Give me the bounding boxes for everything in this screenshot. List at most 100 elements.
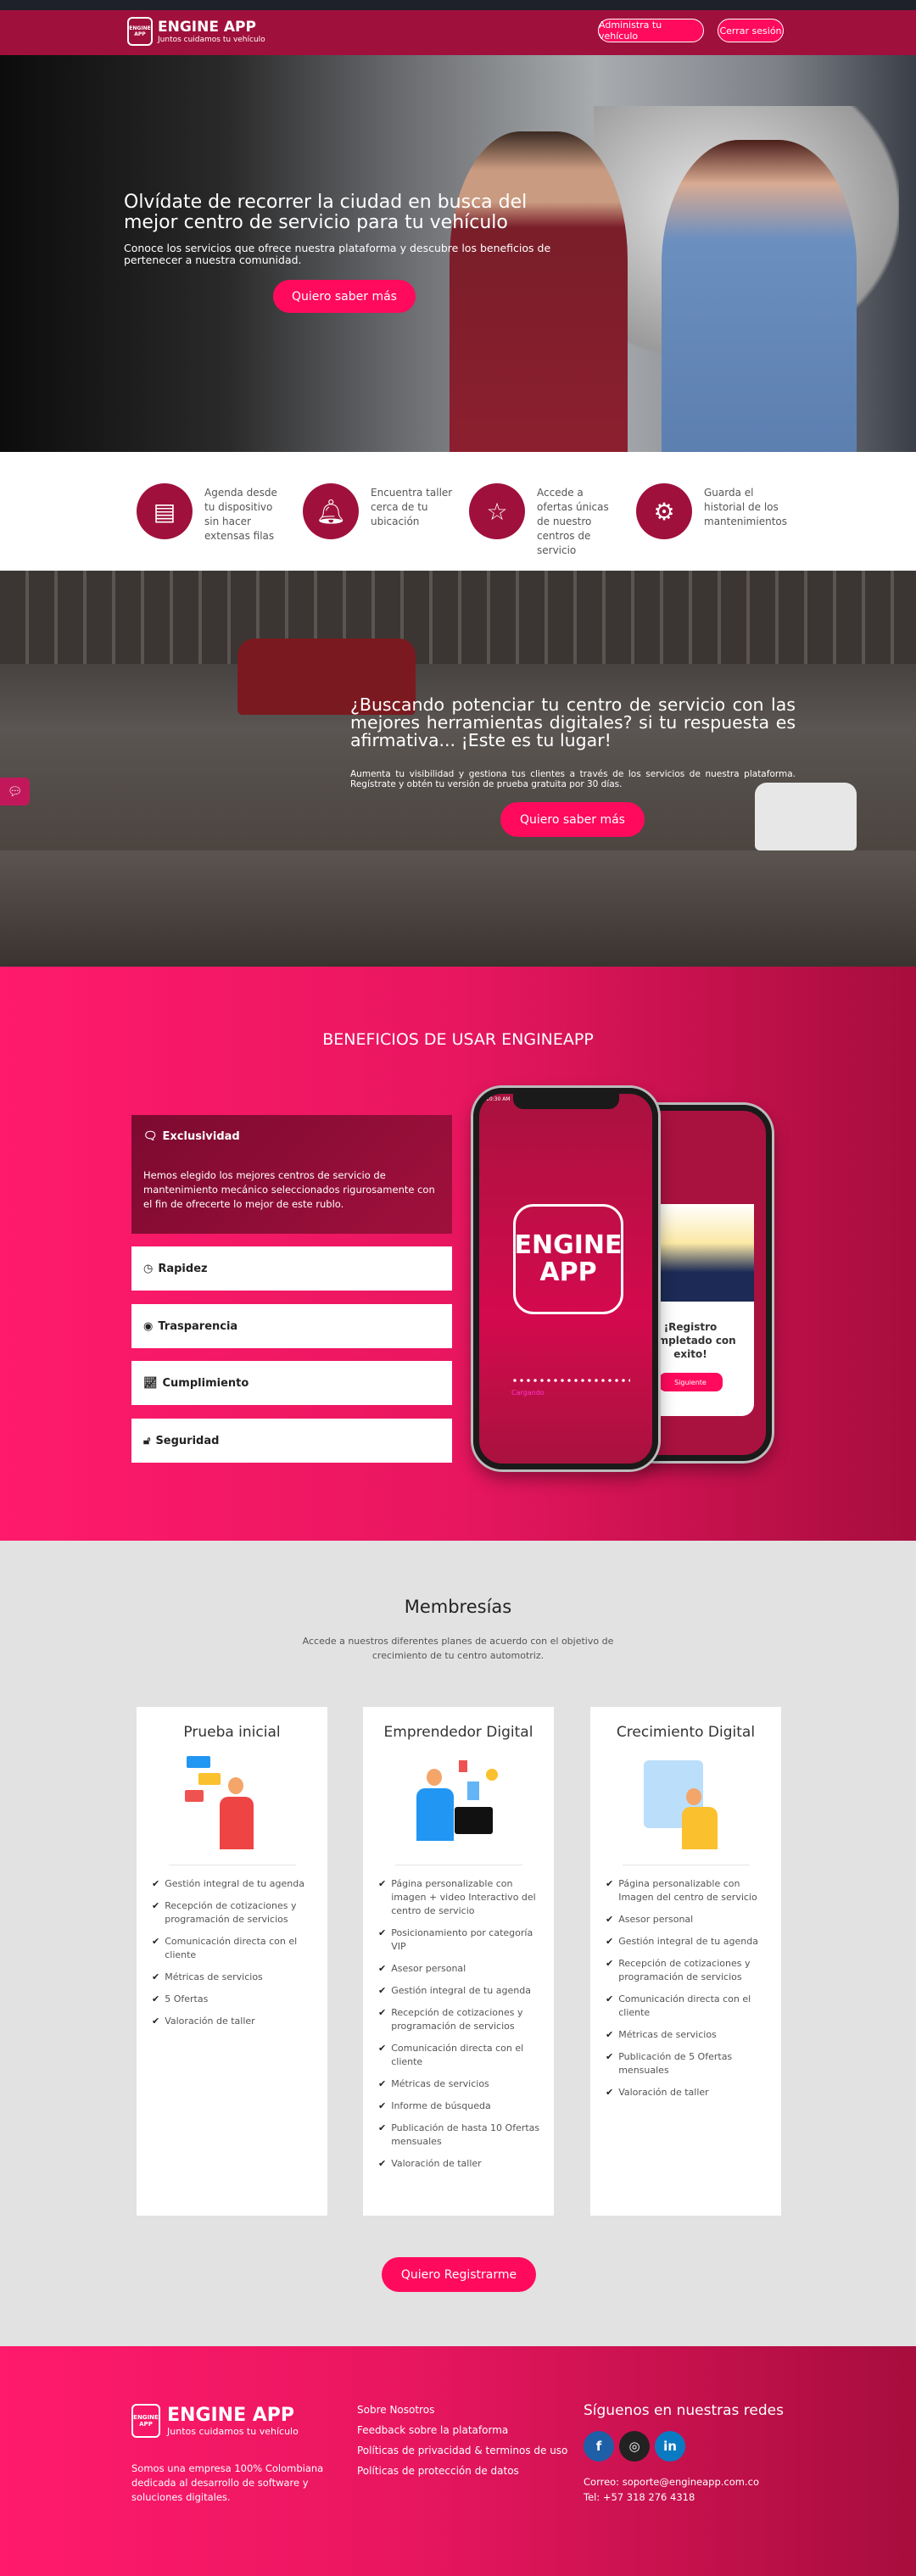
check-icon: ✔ [378, 1985, 387, 1996]
plan-feature: ✔ Valoración de taller [378, 2157, 542, 2171]
check-icon: ✔ [606, 1936, 614, 1947]
plan-feature: ✔ Gestión integral de tu agenda [606, 1935, 769, 1949]
check-icon: ✔ [152, 1936, 160, 1947]
accordion-item-cumplimiento[interactable]: 📈︎ Cumplimiento [131, 1361, 452, 1405]
workshop-title: ¿Buscando potenciar tu centro de servici… [350, 694, 796, 750]
feature-text: Guarda el historial de los mantenimiento… [704, 487, 787, 527]
engine-logo-icon: ENGINE APP [131, 2404, 160, 2438]
feature-item: ▤ Agenda desde tu dispositivo sin hacer … [137, 483, 298, 543]
workshop-cta-button[interactable]: Quiero saber más [500, 802, 645, 837]
hero-section: Olvídate de recorrer la ciudad en busca … [0, 55, 916, 452]
plan-feature: ✔ Valoración de taller [606, 2086, 769, 2099]
calendar-icon: ▤ [137, 483, 193, 539]
check-icon: ✔ [378, 2007, 387, 2018]
plan-feature: ✔ Recepción de cotizaciones y programació… [378, 2006, 542, 2033]
next-button[interactable]: Siguiente [658, 1373, 723, 1391]
footer-about: Somos una empresa 100% Colombiana dedica… [131, 2462, 324, 2503]
plan-feature: ✔ Asesor personal [606, 1913, 769, 1926]
star-icon: ☆ [469, 483, 525, 539]
accordion-item-seguridad[interactable]: 🔓︎ Seguridad [131, 1419, 452, 1463]
link-feedback[interactable]: Feedback sobre la plataforma [357, 2424, 567, 2436]
plan-feature-text: Gestión integral de tu agenda [391, 1985, 531, 1996]
accordion-item-rapidez[interactable]: ◷ Rapidez [131, 1246, 452, 1291]
plan-card-emprendedor-digital: Emprendedor Digital ✔ Página personalizab… [363, 1707, 554, 2216]
plan-feature-text: Publicación de hasta 10 Ofertas mensuale… [391, 2122, 540, 2147]
accordion-item-exclusividad[interactable]: 🗨︎ Exclusividad Hemos elegido los mejores… [131, 1115, 452, 1234]
link-data-protection[interactable]: Políticas de protección de datos [357, 2465, 567, 2477]
check-icon: ✔ [152, 1900, 160, 1911]
workshop-floor-image [0, 850, 916, 967]
plan-feature-text: Asesor personal [391, 1963, 466, 1974]
chat-bubble-icon: 💬︎ [7, 784, 23, 799]
contact-email[interactable]: Correo: soporte@engineapp.com.co [584, 2476, 759, 2488]
white-car-image [755, 783, 857, 850]
brand-logo[interactable]: ENGINE APP ENGINE APP Juntos cuidamos tu … [127, 17, 265, 46]
workshop-subtitle: Aumenta tu visibilidad y gestiona tus cl… [350, 769, 796, 789]
footer-logo[interactable]: ENGINE APP ENGINE APP Juntos cuidamos tu … [131, 2404, 299, 2438]
plan-name: Crecimiento Digital [616, 1724, 756, 1741]
benefits-title: BENEFICIOS DE USAR ENGINEAPP [322, 1030, 594, 1049]
chat-widget-button[interactable]: 💬︎ [0, 778, 30, 806]
plan-feature-text: Página personalizable con Imagen del cen… [618, 1878, 757, 1903]
check-icon: ✔ [378, 1878, 387, 1889]
eye-icon: ◉ [143, 1319, 154, 1333]
features-strip: ▤ Agenda desde tu dispositivo sin hacer … [0, 452, 916, 571]
plan-feature-text: Comunicación directa con el cliente [391, 2043, 524, 2067]
loading-dots [511, 1378, 630, 1383]
linkedin-icon[interactable]: in [655, 2431, 685, 2462]
footer-brand: ENGINE APP [167, 2405, 295, 2426]
check-icon: ✔ [606, 1958, 614, 1969]
hero-cta-button[interactable]: Quiero saber más [273, 280, 416, 313]
plan-feature: ✔ Comunicación directa con el cliente [606, 1993, 769, 2020]
person-chat-illustration [182, 1756, 283, 1849]
clock-icon: ◷ [143, 1262, 154, 1275]
plan-feature: ✔ Métricas de servicios [606, 2028, 769, 2042]
manage-vehicle-button[interactable]: Administra tu vehículo [598, 19, 704, 42]
check-icon: ✔ [152, 2016, 160, 2027]
plan-feature: ✔ Publicación de 5 Ofertas mensuales [606, 2050, 769, 2077]
accordion-label: Exclusividad [162, 1130, 240, 1143]
hero-title: Olvídate de recorrer la ciudad en busca … [124, 192, 528, 233]
plan-feature: ✔ Comunicación directa con el cliente [152, 1935, 316, 1962]
plan-feature: ✔ Posicionamiento por categoría VIP [378, 1926, 542, 1954]
benefits-section: BENEFICIOS DE USAR ENGINEAPP 🗨︎ Exclusivi… [0, 967, 916, 1541]
check-icon: ✔ [152, 1878, 160, 1889]
plan-feature-list: ✔ Página personalizable con imagen + vide… [363, 1877, 554, 2171]
social-title: Síguenos en nuestras redes [584, 2402, 784, 2419]
workshop-section: ¿Buscando potenciar tu centro de servici… [0, 571, 916, 967]
site-header: ENGINE APP ENGINE APP Juntos cuidamos tu … [0, 10, 916, 55]
plan-feature: ✔ Asesor personal [378, 1962, 542, 1976]
plan-feature: ✔ Métricas de servicios [378, 2077, 542, 2091]
footer-tagline: Juntos cuidamos tu vehículo [167, 2426, 299, 2437]
gear-target-icon: ⚙ [636, 483, 692, 539]
logout-button[interactable]: Cerrar sesión [718, 19, 784, 42]
check-icon: ✔ [606, 1993, 614, 2004]
accordion-label: Cumplimiento [162, 1376, 249, 1390]
membership-title: Membresías [404, 1597, 512, 1617]
plan-feature: ✔ Comunicación directa con el cliente [378, 2042, 542, 2069]
chart-icon: 📈︎ [143, 1376, 158, 1390]
plan-feature-text: 5 Ofertas [165, 1993, 209, 2004]
feature-text: Agenda desde tu dispositivo sin hacer ex… [204, 487, 277, 542]
accordion-item-trasparencia[interactable]: ◉ Trasparencia [131, 1304, 452, 1348]
register-button[interactable]: Quiero Registrarme [382, 2257, 536, 2292]
feature-item: ⚙ Guarda el historial de los mantenimien… [636, 483, 797, 543]
plan-feature: ✔ Publicación de hasta 10 Ofertas mensual… [378, 2122, 542, 2149]
membership-section: Membresías Accede a nuestros diferentes … [0, 1541, 916, 2346]
instagram-icon[interactable]: ◎ [619, 2431, 650, 2462]
feature-text: Accede a ofertas únicas de nuestro centr… [537, 487, 609, 556]
social-links: f ◎ in [584, 2431, 685, 2462]
footer-links: Sobre Nosotros Feedback sobre la platafo… [357, 2404, 567, 2485]
loading-label: Cargando [511, 1389, 545, 1397]
chat-icon: 🗨︎ [143, 1130, 158, 1143]
check-icon: ✔ [378, 2100, 387, 2111]
plan-feature-text: Valoración de taller [618, 2087, 709, 2098]
plan-feature: ✔ Recepción de cotizaciones y programació… [606, 1957, 769, 1984]
link-about-us[interactable]: Sobre Nosotros [357, 2404, 567, 2416]
browser-bar [0, 0, 916, 10]
link-privacy-terms[interactable]: Políticas de privacidad & terminos de us… [357, 2445, 567, 2456]
check-icon: ✔ [152, 1971, 160, 1982]
phone-notch [513, 1094, 619, 1109]
facebook-icon[interactable]: f [584, 2431, 614, 2462]
check-icon: ✔ [378, 2043, 387, 2054]
